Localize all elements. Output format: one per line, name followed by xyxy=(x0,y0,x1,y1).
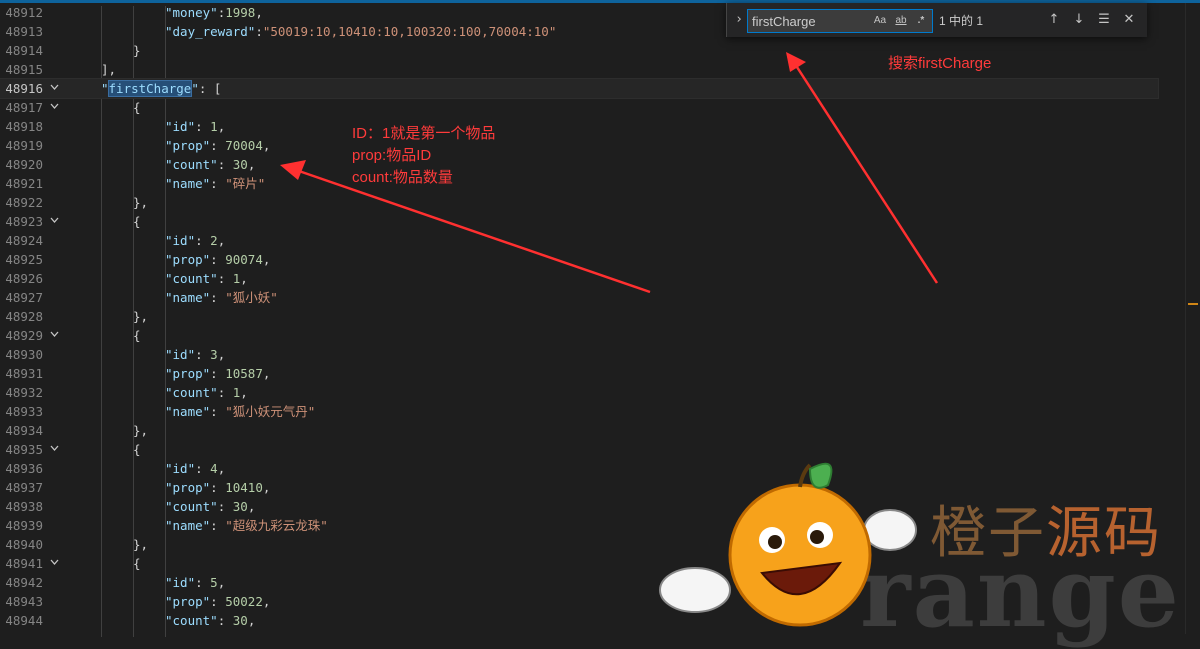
watermark-chinese: 橙子源码 xyxy=(930,488,1162,569)
arrow-to-search-line xyxy=(793,63,939,284)
arrow-to-fields-line xyxy=(295,168,651,294)
orange-mascot-logo xyxy=(659,462,917,627)
arrow-to-search-head xyxy=(786,52,806,72)
watermark-chinese-part1: 橙子 xyxy=(930,501,1046,566)
arrow-to-fields-head xyxy=(280,160,306,180)
watermark-chinese-part2: 源码 xyxy=(1046,501,1162,566)
